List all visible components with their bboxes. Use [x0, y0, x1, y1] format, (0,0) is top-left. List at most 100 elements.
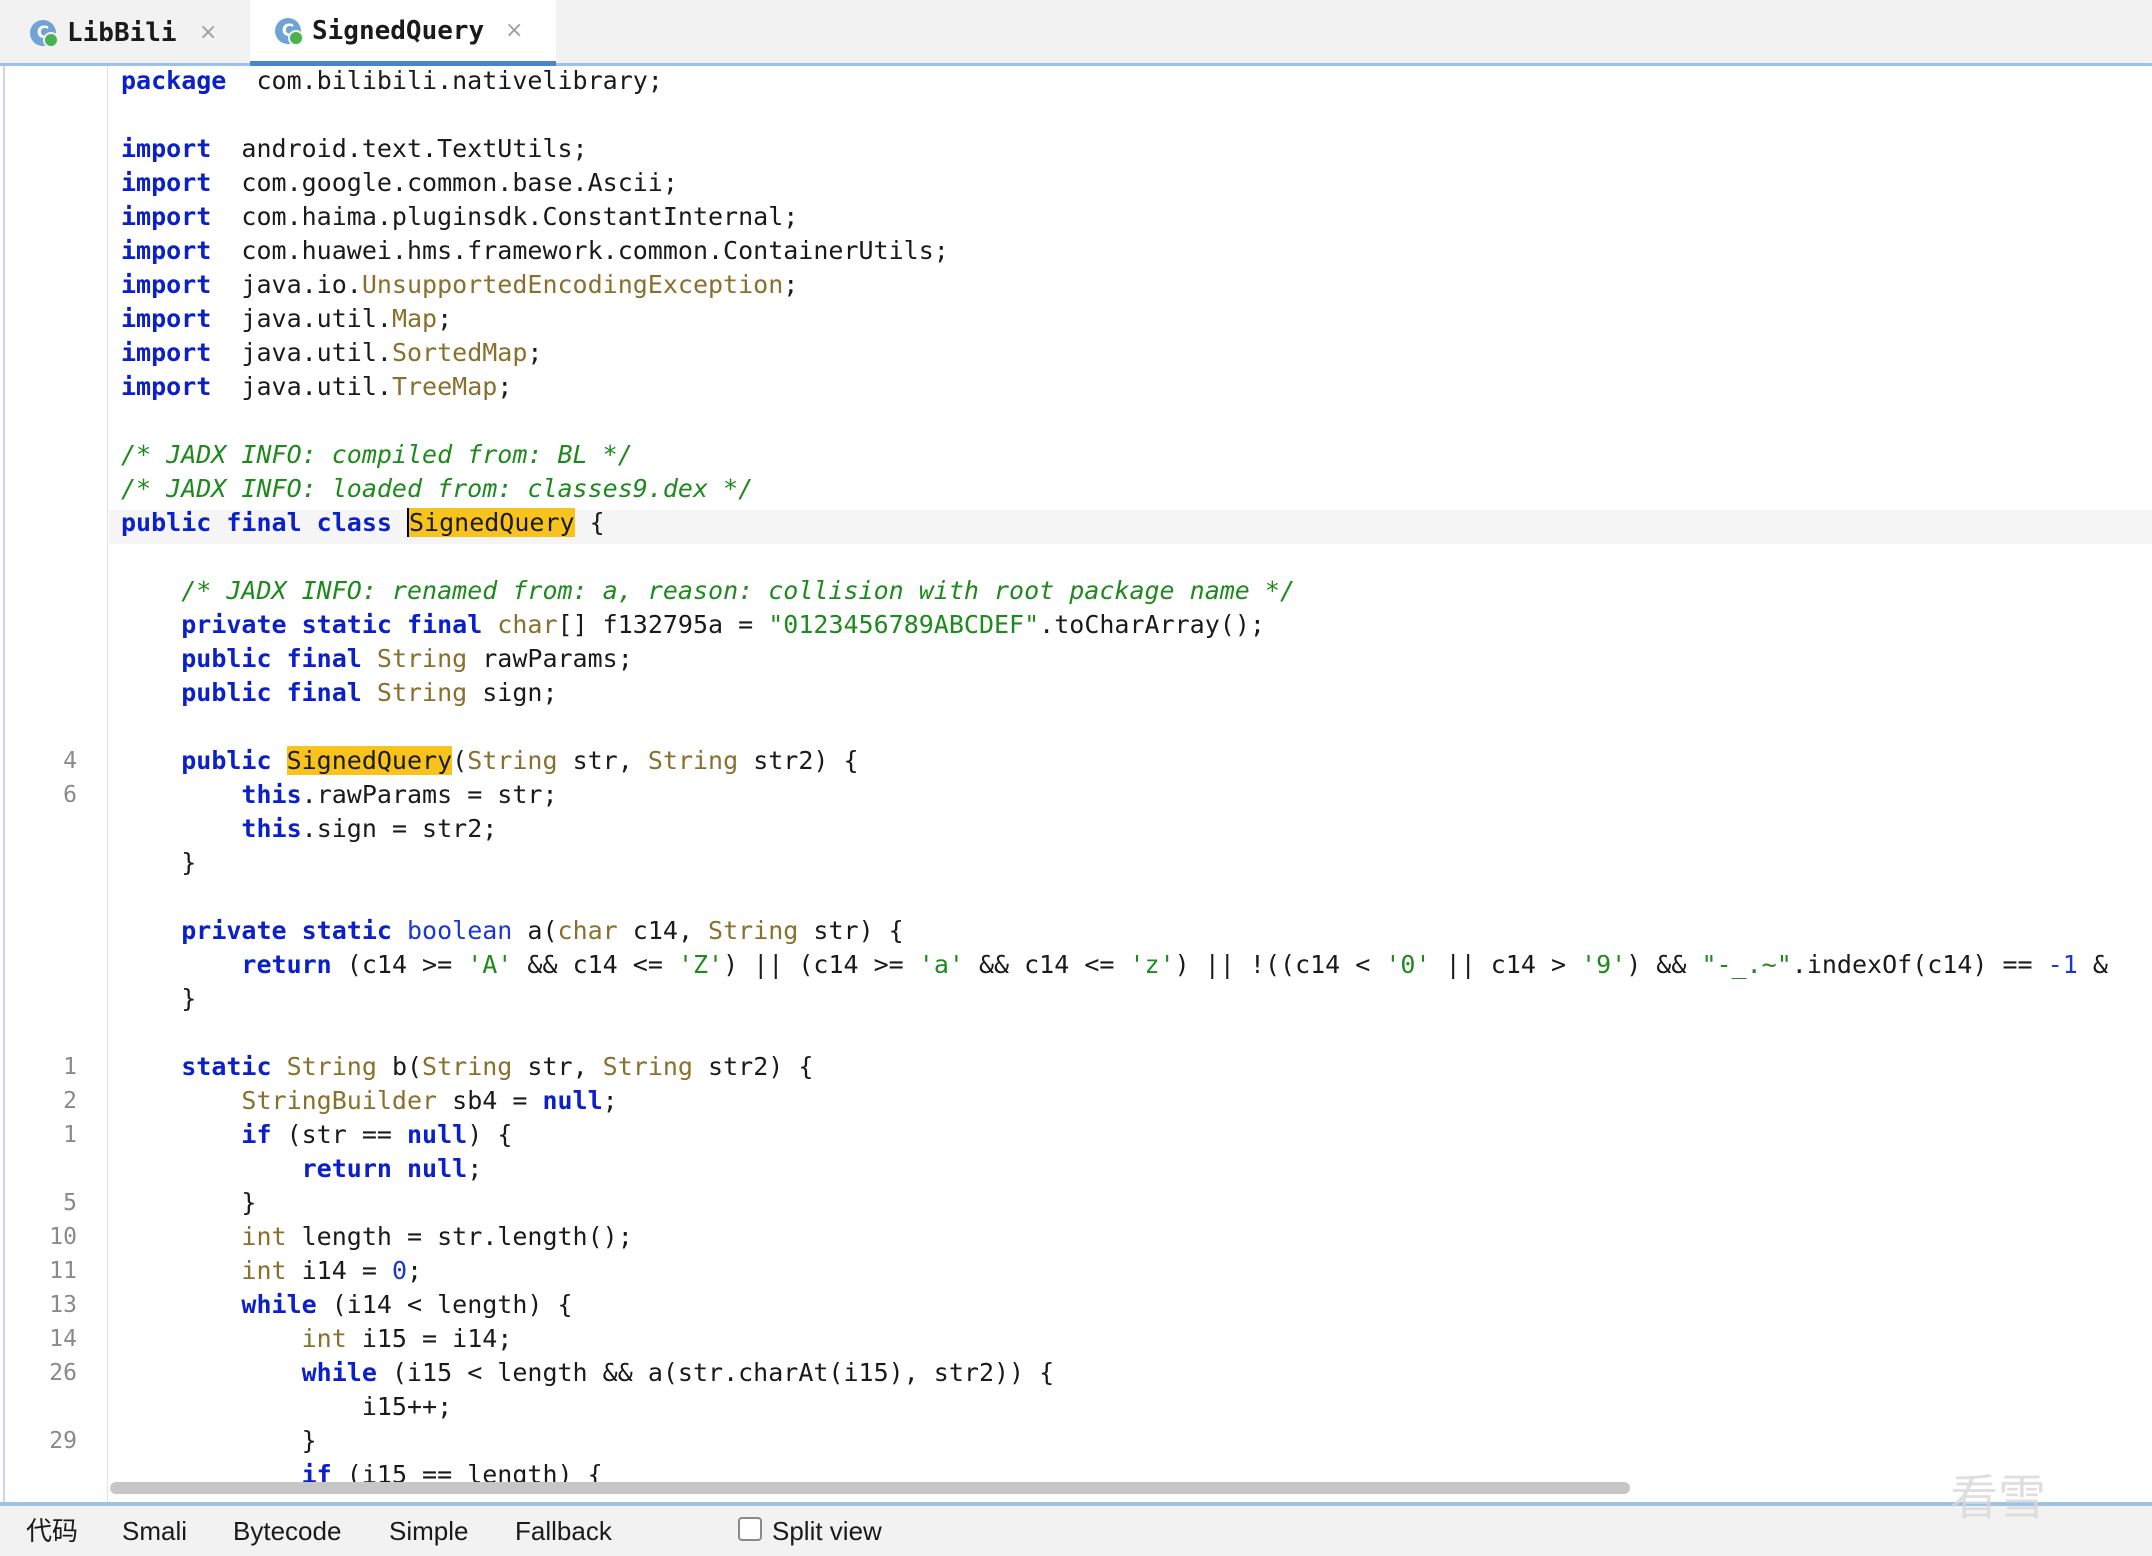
code-token: com.haima.pluginsdk.ConstantInternal;: [211, 202, 799, 231]
code-token: private static final: [181, 610, 498, 639]
code-line: public final String sign;: [121, 676, 557, 710]
code-token: import: [121, 168, 212, 197]
code-line: public final String rawParams;: [121, 642, 633, 676]
code-token: int: [301, 1324, 347, 1353]
code-token: .indexOf(c14) ==: [1791, 950, 2048, 979]
code-token: return: [241, 950, 332, 979]
line-number: 5: [63, 1190, 77, 1216]
code-token: this: [241, 780, 302, 809]
line-number: 10: [49, 1224, 77, 1250]
close-icon[interactable]: ×: [199, 22, 217, 44]
code-editor[interactable]: 4 6 1 2 1 5 10 11 13 14 26 29 package com.bilibili.…: [3, 66, 2152, 1502]
code-token: "-_.~": [1701, 950, 1792, 979]
code-token: ) &&: [1626, 950, 1702, 979]
horizontal-scrollbar[interactable]: [110, 1482, 1630, 1494]
code-token: java.util.: [211, 304, 392, 333]
code-line: private static final char[] f132795a = "…: [121, 608, 1265, 642]
code-token: android.text.TextUtils;: [211, 134, 588, 163]
code-token: (str ==: [271, 1120, 407, 1149]
split-view-checkbox[interactable]: [738, 1517, 762, 1541]
code-token: }: [121, 848, 197, 877]
code-token: &: [2077, 950, 2108, 979]
code-token: int: [241, 1256, 287, 1285]
line-number: 11: [49, 1258, 77, 1284]
tab-fallback[interactable]: Fallback: [515, 1506, 612, 1556]
tab-bytecode[interactable]: Bytecode: [233, 1506, 341, 1556]
code-token: null: [407, 1120, 468, 1149]
code-line: import com.google.common.base.Ascii;: [121, 166, 678, 200]
tab-signedquery[interactable]: C SignedQuery ×: [250, 0, 556, 66]
code-token: str) {: [798, 916, 904, 945]
code-token: ) || (c14 >=: [723, 950, 919, 979]
code-line: }: [121, 846, 196, 880]
code-token: ;: [407, 1256, 423, 1285]
code-token: sb4 =: [437, 1086, 543, 1115]
code-line: return (c14 >= 'A' && c14 <= 'Z') || (c1…: [121, 948, 2108, 982]
code-token: /* JADX INFO: loaded from: classes9.dex …: [121, 474, 754, 503]
code-token: import: [121, 134, 212, 163]
code-token: SignedQuery: [406, 508, 575, 537]
code-line: public SignedQuery(String str, String st…: [121, 744, 859, 778]
code-token: /* JADX INFO: compiled from: BL */: [121, 440, 633, 469]
code-area[interactable]: package com.bilibili.nativelibrary; impor…: [121, 66, 2152, 1502]
code-token: import: [121, 270, 212, 299]
code-token: (i15 < length && a(str.charAt(i15), str2…: [376, 1358, 1055, 1387]
tab-simple[interactable]: Simple: [389, 1506, 468, 1556]
editor-tab-bar: C LibBili × C SignedQuery ×: [0, 0, 2152, 66]
code-token: i15++;: [121, 1392, 453, 1421]
tab-code[interactable]: 代码: [26, 1506, 78, 1556]
code-token: (i14 < length) {: [316, 1290, 573, 1319]
code-token: com.google.common.base.Ascii;: [211, 168, 678, 197]
code-token: String: [376, 678, 468, 707]
code-token: UnsupportedEncodingException: [361, 270, 784, 299]
code-token: }: [121, 984, 197, 1013]
line-number: 29: [49, 1428, 77, 1454]
code-token: && c14 <=: [512, 950, 678, 979]
bottom-view-bar: 代码 Smali Bytecode Simple Fallback Split …: [0, 1502, 2152, 1556]
code-token: 'A': [467, 950, 513, 979]
code-token: /* JADX INFO: renamed from: a, reason: c…: [181, 576, 1296, 605]
code-token: (: [452, 746, 468, 775]
code-token: str2) {: [692, 1052, 814, 1081]
code-token: {: [574, 508, 605, 537]
code-token: String: [647, 746, 739, 775]
code-token: ) || !((c14 <: [1174, 950, 1386, 979]
line-number: 1: [63, 1054, 77, 1080]
tab-libbili[interactable]: C LibBili ×: [0, 0, 250, 66]
code-line: }: [121, 1424, 317, 1458]
code-token: -1: [2047, 950, 2078, 979]
code-token: String: [602, 1052, 693, 1081]
code-line: /* JADX INFO: compiled from: BL */: [121, 438, 633, 472]
code-token: rawParams;: [467, 644, 633, 673]
code-line: int i14 = 0;: [121, 1254, 422, 1288]
code-token: null: [542, 1086, 603, 1115]
code-line: while (i15 < length && a(str.charAt(i15)…: [121, 1356, 1055, 1390]
tab-label: SignedQuery: [312, 15, 485, 46]
code-line: StringBuilder sb4 = null;: [121, 1084, 617, 1118]
code-line: import java.util.Map;: [121, 302, 452, 336]
close-icon[interactable]: ×: [505, 19, 523, 42]
code-line: int i15 = i14;: [121, 1322, 513, 1356]
line-number: 4: [63, 748, 77, 774]
tab-label: LibBili: [67, 18, 177, 48]
code-token: public: [181, 746, 287, 775]
code-token: SortedMap: [391, 338, 528, 367]
code-line: import android.text.TextUtils;: [121, 132, 588, 166]
tab-smali[interactable]: Smali: [122, 1506, 187, 1556]
code-token: char: [497, 610, 558, 639]
code-line: import java.util.SortedMap;: [121, 336, 542, 370]
code-line: private static boolean a(char c14, Strin…: [121, 914, 904, 948]
code-token: SignedQuery: [286, 746, 453, 775]
code-line: import java.io.UnsupportedEncodingExcept…: [121, 268, 798, 302]
watermark-logo: 看雪: [1950, 1458, 2130, 1528]
code-token: String: [286, 1052, 377, 1081]
code-token: ;: [527, 338, 543, 367]
code-token: 'Z': [677, 950, 724, 979]
